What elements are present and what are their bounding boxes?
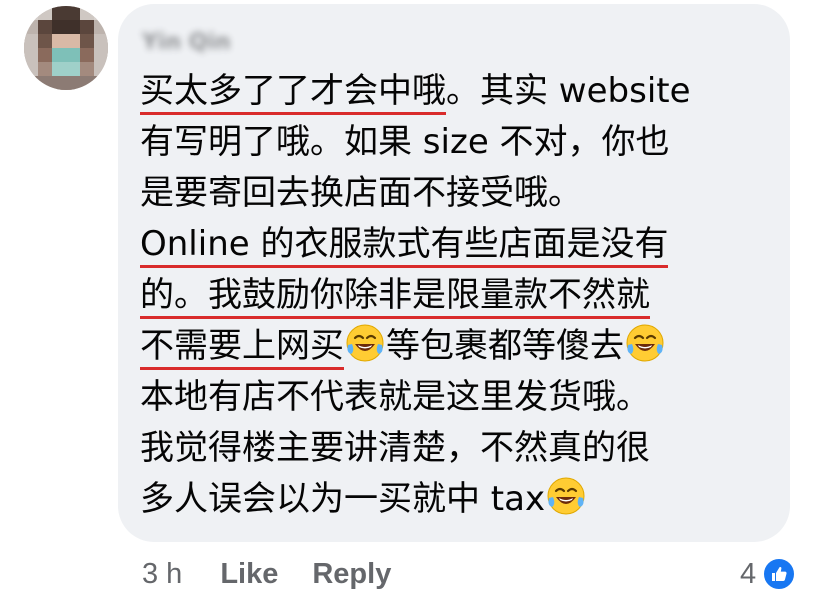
- comment-line: 多人误会以为一买就中 tax: [140, 474, 780, 525]
- comment-screenshot: Yin Qin 买太多了了才会中哦。其实 website 有写明了哦。如果 si…: [0, 0, 828, 599]
- reply-button[interactable]: Reply: [312, 558, 391, 591]
- comment-line: 的。我鼓励你除非是限量款不然就: [140, 270, 780, 321]
- highlighted-text: 不需要上网买: [140, 326, 344, 370]
- comment-actions: 3 h Like Reply: [142, 552, 425, 596]
- joy-emoji-icon: [346, 324, 384, 362]
- author-name[interactable]: Yin Qin: [142, 30, 231, 56]
- comment-bubble: Yin Qin 买太多了了才会中哦。其实 website 有写明了哦。如果 si…: [118, 4, 790, 542]
- comment-line: 有写明了哦。如果 size 不对，你也: [140, 122, 670, 162]
- comment-author[interactable]: Yin Qin: [142, 30, 231, 56]
- comment-timestamp[interactable]: 3 h: [142, 558, 182, 591]
- comment-line: 是要寄回去换店面不接受哦。: [140, 173, 582, 213]
- highlighted-text: 买太多了了才会中哦: [140, 71, 446, 115]
- comment-line: 本地有店不代表就是这里发货哦。: [140, 377, 650, 417]
- comment-text-segment: 。其实 website: [446, 71, 691, 111]
- joy-emoji-icon: [547, 477, 585, 515]
- comment-text: 买太多了了才会中哦。其实 website 有写明了哦。如果 size 不对，你也…: [140, 66, 780, 525]
- comment-text-segment: 多人误会以为一买就中 tax: [140, 479, 546, 519]
- reaction-count: 4: [740, 557, 757, 590]
- reaction-summary[interactable]: 4: [740, 552, 797, 596]
- comment-line: 我觉得楼主要讲清楚，不然真的很: [140, 428, 650, 468]
- joy-emoji-icon: [626, 324, 664, 362]
- comment-line: 买太多了了才会中哦。其实 website: [140, 66, 780, 117]
- comment-line: 不需要上网买 等包裹都等傻去: [140, 321, 780, 372]
- highlighted-text: 的。我鼓励你除非是限量款不然就: [140, 275, 650, 319]
- thumbs-up-icon: [762, 557, 797, 591]
- avatar[interactable]: [24, 6, 108, 90]
- comment-line: Online 的衣服款式有些店面是没有: [140, 219, 780, 270]
- avatar-pixelated-icon: [24, 6, 108, 90]
- highlighted-text: Online 的衣服款式有些店面是没有: [140, 224, 669, 268]
- comment-text-segment: 等包裹都等傻去: [386, 326, 624, 366]
- like-button[interactable]: Like: [220, 558, 278, 591]
